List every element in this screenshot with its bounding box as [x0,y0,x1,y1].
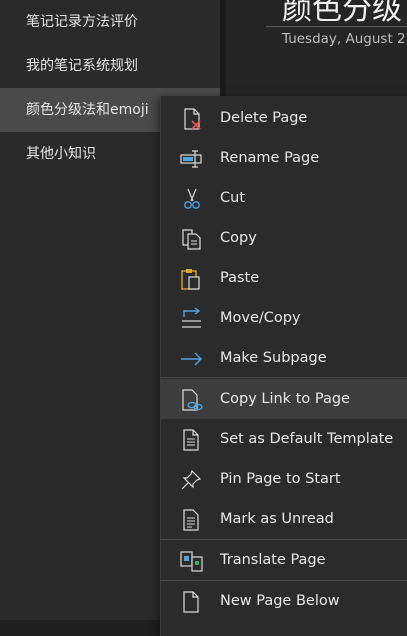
mark-unread-menu-item[interactable]: Mark as Unread [161,499,407,539]
copy-icon [182,229,201,250]
menu-item-label: Copy [220,230,257,246]
translate-page-menu-item[interactable]: Translate Page [161,540,407,580]
paste-menu-item[interactable]: Paste [161,258,407,298]
pin-page-menu-item[interactable]: Pin Page to Start [161,459,407,499]
menu-item-label: Set as Default Template [220,431,394,447]
page-date: Tuesday, August 27 [282,31,407,47]
unread-icon [183,509,199,531]
menu-item-label: Make Subpage [220,350,327,366]
rename-page-menu-item[interactable]: Rename Page [161,138,407,178]
page-item[interactable]: 笔记记录方法评价 [0,0,220,44]
link-page-icon [182,389,203,411]
arrow-right-icon [181,352,202,366]
page-item[interactable]: 我的笔记系统规划 [0,44,220,88]
copy-menu-item[interactable]: Copy [161,218,407,258]
translate-icon [180,551,203,572]
page-title[interactable]: 颜色分级 [282,0,402,28]
delete-page-icon [184,108,201,130]
new-page-icon [183,591,199,613]
menu-item-label: Copy Link to Page [220,391,350,407]
set-default-template-menu-item[interactable]: Set as Default Template [161,419,407,459]
menu-item-label: Move/Copy [220,310,301,326]
menu-item-label: New Page Below [220,593,340,609]
scissors-icon [184,188,200,209]
menu-item-label: Cut [220,190,245,206]
rename-icon [180,150,202,168]
menu-item-label: Pin Page to Start [220,471,341,487]
menu-item-label: Translate Page [220,552,326,568]
make-subpage-menu-item[interactable]: Make Subpage [161,338,407,378]
menu-item-label: Delete Page [220,110,308,126]
title-divider [266,26,407,27]
pin-icon [181,469,202,490]
context-menu: Delete Page Rename Page Cut Copy Paste M… [160,96,407,636]
template-icon [183,429,199,451]
move-copy-icon [182,307,201,328]
menu-item-label: Rename Page [220,150,320,166]
menu-item-label: Paste [220,270,260,286]
delete-page-menu-item[interactable]: Delete Page [161,98,407,138]
move-copy-menu-item[interactable]: Move/Copy [161,298,407,338]
new-page-below-menu-item[interactable]: New Page Below [161,581,407,621]
menu-item-label: Mark as Unread [220,511,334,527]
cut-menu-item[interactable]: Cut [161,178,407,218]
menu-separator [161,377,407,378]
paste-icon [181,269,200,290]
copy-link-menu-item[interactable]: Copy Link to Page [161,379,407,419]
